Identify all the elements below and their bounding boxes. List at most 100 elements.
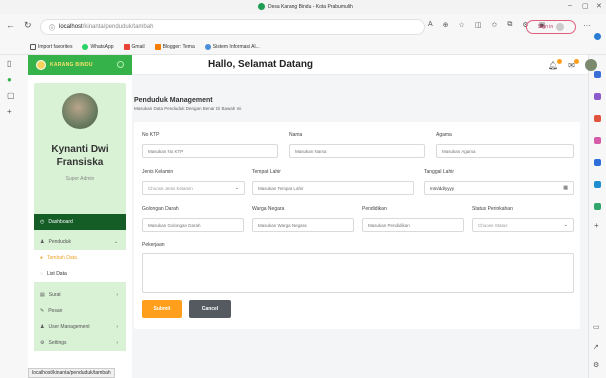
- back-icon[interactable]: ←: [6, 20, 15, 30]
- bookmark-whatsapp[interactable]: WhatsApp: [82, 44, 114, 50]
- url-path: /kinanta/penduduk/tambah: [82, 24, 154, 30]
- sidebar-item-settings[interactable]: ⚙ Settings ›: [34, 335, 126, 351]
- office-icon[interactable]: [594, 159, 601, 166]
- bookmark-gmail[interactable]: Gmail: [123, 44, 145, 50]
- info-icon: ⓘ: [49, 25, 56, 32]
- browser-left-rail: ▯ ● ▢ +: [0, 55, 28, 378]
- status-bar-url: localhost/kinanta/penduduk/tambah: [28, 368, 115, 378]
- ktp-label: No KTP: [142, 132, 160, 138]
- url-host: localhost: [59, 24, 83, 30]
- gmail-icon: [123, 44, 130, 50]
- sidebar-subitem-tambah-data[interactable]: ● Tambah Data: [34, 250, 126, 266]
- jenis-kelamin-select[interactable]: Choose Jenis Kelamin ⌄: [142, 181, 245, 195]
- user-icon: ♟: [40, 324, 45, 330]
- tab-actions-icon[interactable]: ▯: [7, 59, 11, 68]
- site-favicon-icon: [258, 3, 265, 10]
- sidebar-subitem-list-data[interactable]: ○ List Data: [34, 266, 126, 282]
- collections-icon[interactable]: ⧉: [507, 21, 512, 29]
- zoom-icon[interactable]: ⊕: [443, 21, 449, 29]
- tab-icon[interactable]: ▢: [7, 91, 15, 100]
- agama-input[interactable]: [436, 144, 574, 158]
- calendar-icon[interactable]: ▦: [563, 185, 568, 191]
- more-menu-icon[interactable]: ···: [583, 21, 591, 30]
- maximize-icon[interactable]: ▢: [582, 2, 589, 10]
- bullet-icon: ●: [40, 255, 44, 261]
- brand-name: KARANG BINDU: [50, 62, 93, 68]
- ktp-input[interactable]: [142, 144, 278, 158]
- people-icon: ♟: [40, 239, 45, 245]
- bookmark-import[interactable]: Import favorites: [30, 44, 72, 50]
- bookmark-blogger[interactable]: Blogger: Tema: [154, 44, 195, 50]
- submit-button[interactable]: Submit: [142, 300, 182, 318]
- chevron-right-icon: ›: [116, 292, 118, 298]
- sidebar-item-surat[interactable]: ▤ Surat ›: [34, 287, 126, 303]
- warga-negara-input[interactable]: [252, 218, 354, 232]
- favorite-star-icon[interactable]: ☆: [459, 21, 465, 29]
- tanggal-lahir-label: Tanggal Lahir: [424, 169, 455, 175]
- outlook-icon[interactable]: [594, 181, 601, 188]
- sidebar-item-penduduk[interactable]: ♟ Penduduk ⌄: [34, 234, 126, 250]
- main-content: Penduduk Management Masukan Data Pendudu…: [132, 75, 588, 378]
- golongan-darah-input[interactable]: [142, 218, 244, 232]
- new-tab-icon[interactable]: +: [7, 107, 12, 116]
- user-avatar[interactable]: [584, 59, 597, 71]
- minimize-icon[interactable]: –: [568, 2, 572, 9]
- profile-card: Kynanti Dwi Fransiska Super Admin: [34, 83, 126, 218]
- tanggal-lahir-value: mm/dd/yyyy: [430, 185, 455, 191]
- bookmark-sistem-informasi[interactable]: Sistem Informasi Al...: [204, 44, 260, 50]
- sidebar-toggle-icon[interactable]: [117, 61, 124, 68]
- split-screen-icon[interactable]: ◫: [475, 21, 482, 29]
- window-titlebar: Desa Karang Bindu - Kota Prabumulih – ▢ …: [0, 0, 606, 14]
- profile-name: Kynanti Dwi Fransiska: [51, 144, 109, 168]
- pekerjaan-label: Pekerjaan: [142, 242, 165, 248]
- tab-title: Desa Karang Bindu - Kota Prabumulih: [268, 3, 353, 10]
- shopping-icon[interactable]: [594, 93, 601, 100]
- chevron-down-icon: ⌄: [563, 222, 568, 228]
- search-icon[interactable]: [594, 71, 601, 78]
- nama-input[interactable]: [289, 144, 425, 158]
- reload-icon[interactable]: ↻: [24, 20, 32, 31]
- close-icon[interactable]: ✕: [596, 2, 602, 10]
- app-header: KARANG BINDU Hallo, Selamat Datang 🔔︎ ✉: [28, 55, 597, 75]
- settings-gear-icon[interactable]: ⚙: [593, 361, 599, 369]
- jenis-kelamin-value: Choose Jenis Kelamin: [148, 185, 193, 191]
- message-icon: ✎: [40, 308, 45, 314]
- read-aloud-icon[interactable]: A: [428, 21, 433, 29]
- tools-icon[interactable]: [594, 115, 601, 122]
- profile-photo: [62, 93, 98, 129]
- address-bar[interactable]: ⓘ localhost/kinanta/penduduk/tambah: [40, 19, 425, 35]
- sidebar-item-user-management[interactable]: ♟ User Management ›: [34, 319, 126, 335]
- import-icon: [30, 44, 36, 50]
- golongan-darah-label: Golongan Darah: [142, 206, 179, 212]
- chevron-right-icon: ›: [116, 324, 118, 330]
- message-mail-icon[interactable]: ✉: [568, 58, 579, 70]
- pendidikan-input[interactable]: [362, 218, 464, 232]
- drop-icon[interactable]: [594, 203, 601, 210]
- games-icon[interactable]: [594, 137, 601, 144]
- active-tab-icon[interactable]: ●: [7, 75, 12, 84]
- favorites-icon[interactable]: ✩: [491, 21, 497, 29]
- sidebar-item-dashboard[interactable]: ◴ Dashboard: [34, 214, 126, 230]
- sign-in-button[interactable]: Sign in: [526, 20, 576, 34]
- add-sidebar-icon[interactable]: +: [594, 221, 599, 230]
- warga-negara-label: Warga Negara: [252, 206, 285, 212]
- external-link-icon[interactable]: ↗: [593, 343, 599, 351]
- village-seal-icon: [36, 60, 46, 70]
- notification-bell-icon[interactable]: 🔔︎: [548, 58, 563, 70]
- bing-copilot-icon[interactable]: [594, 33, 601, 40]
- tempat-lahir-input[interactable]: [252, 181, 414, 195]
- tempat-lahir-label: Tempat Lahir: [252, 169, 281, 175]
- nama-label: Nama: [289, 132, 303, 138]
- app-sidebar: Kynanti Dwi Fransiska Super Admin ◴ Dash…: [28, 75, 132, 378]
- penduduk-form: No KTP Nama Agama Jenis Kelamin Choose J…: [134, 122, 580, 329]
- agama-label: Agama: [436, 132, 452, 138]
- pekerjaan-textarea[interactable]: [142, 253, 574, 293]
- circle-icon: ○: [40, 271, 44, 277]
- pendidikan-label: Pendidikan: [362, 206, 387, 212]
- sidebar-layout-icon[interactable]: ▭: [593, 323, 600, 331]
- tanggal-lahir-input[interactable]: mm/dd/yyyy ▦: [424, 181, 574, 195]
- status-perkawinan-select[interactable]: Choose Status ⌄: [472, 218, 574, 232]
- cancel-button[interactable]: Cancel: [189, 300, 231, 318]
- sidebar-item-pesan[interactable]: ✎ Pesan: [34, 303, 126, 319]
- globe-icon: [204, 44, 211, 50]
